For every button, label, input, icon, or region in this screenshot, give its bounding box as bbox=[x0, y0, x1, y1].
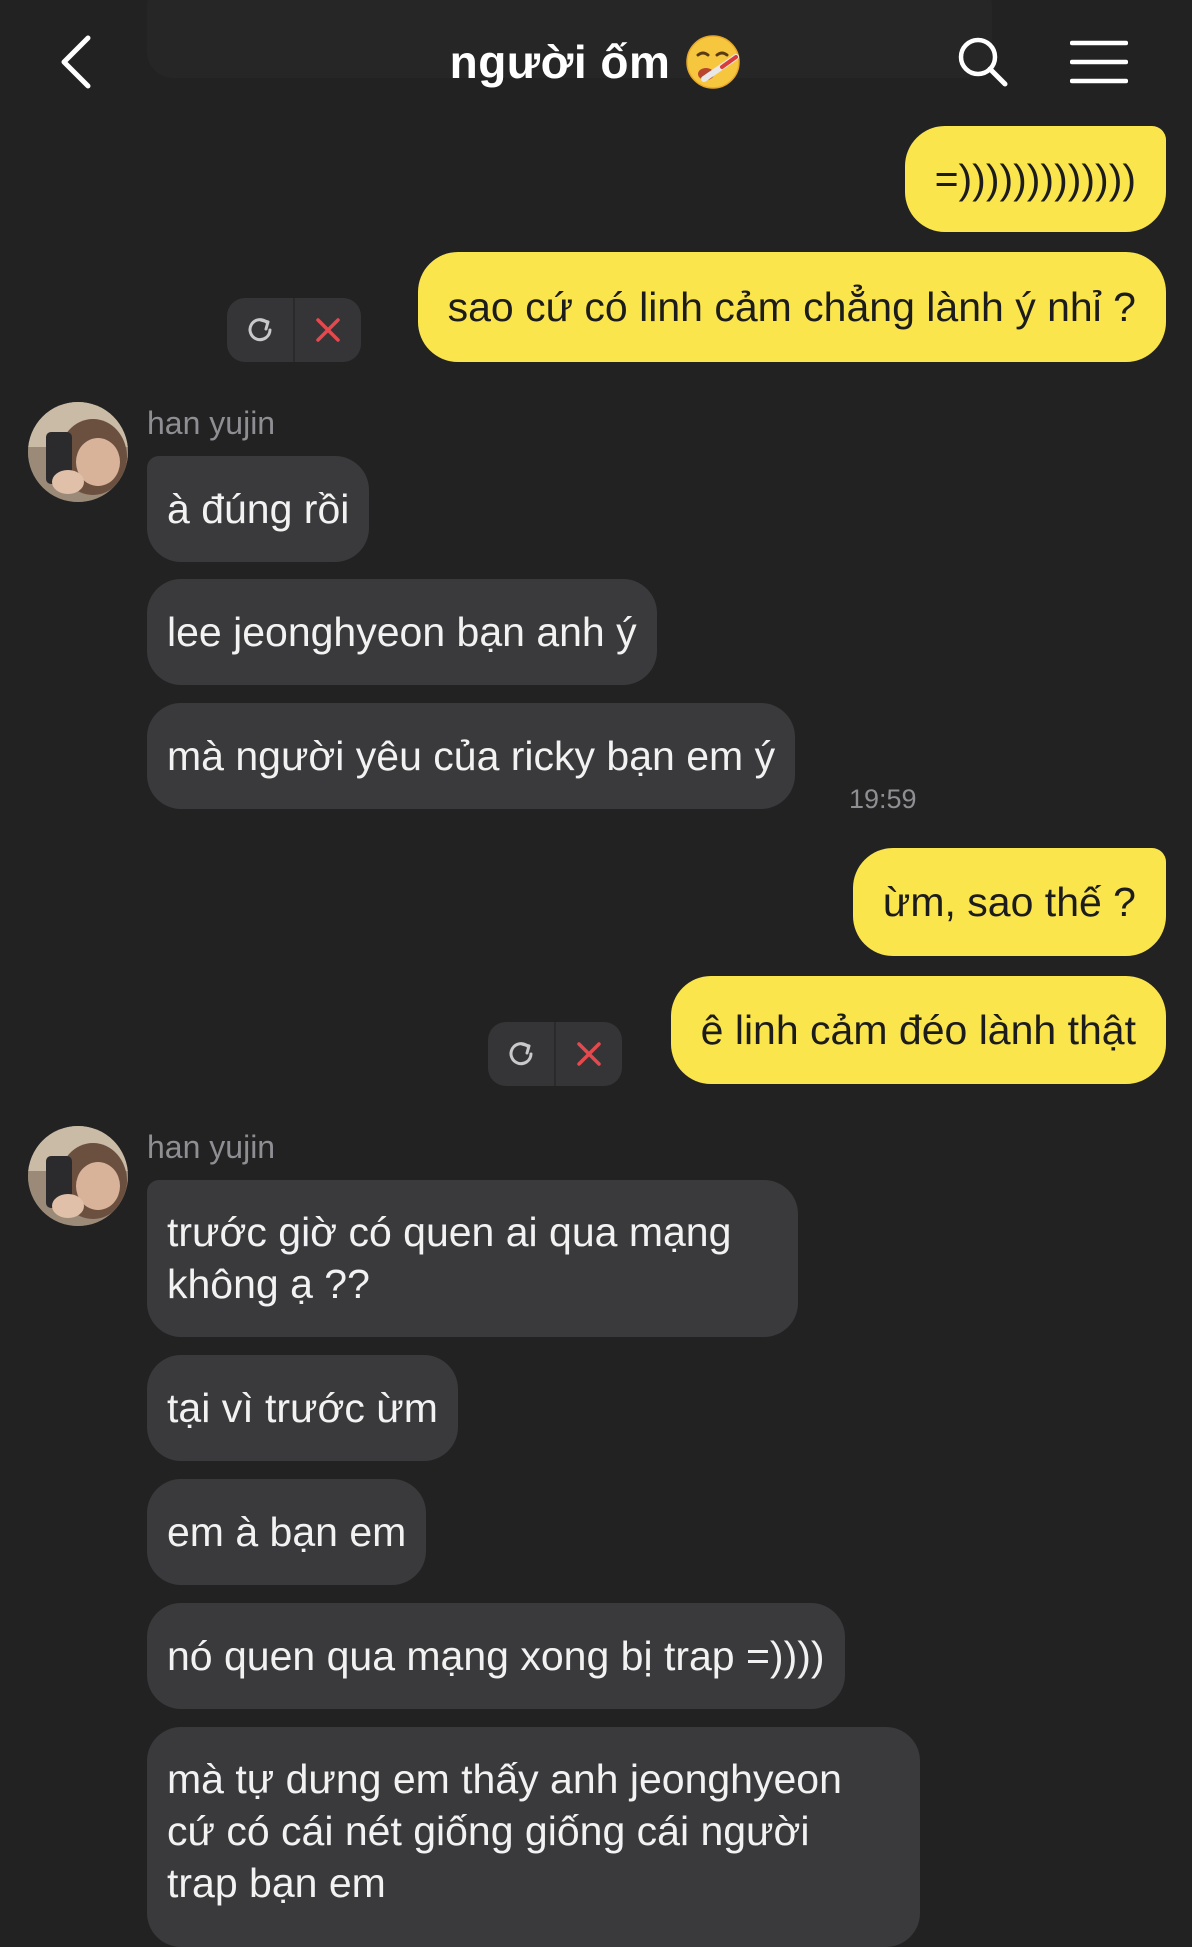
close-icon bbox=[577, 1042, 601, 1066]
outgoing-message-bubble[interactable]: ê linh cảm đéo lành thật bbox=[670, 976, 1166, 1084]
failed-message-actions bbox=[227, 298, 361, 362]
outgoing-message-bubble[interactable]: ừm, sao thế ? bbox=[852, 848, 1166, 956]
avatar[interactable] bbox=[28, 1126, 128, 1226]
incoming-message-bubble[interactable]: à đúng rồi bbox=[147, 456, 370, 562]
search-icon bbox=[958, 37, 1008, 87]
avatar[interactable] bbox=[28, 402, 128, 502]
avatar-photo bbox=[28, 402, 128, 502]
message-text: ê linh cảm đéo lành thật bbox=[700, 1007, 1136, 1053]
hamburger-menu-icon bbox=[1070, 40, 1128, 84]
message-text: mà người yêu của ricky bạn em ý bbox=[167, 733, 776, 779]
message-text: em à bạn em bbox=[167, 1509, 407, 1555]
close-icon bbox=[316, 318, 340, 342]
message-text: à đúng rồi bbox=[167, 486, 350, 532]
avatar-photo bbox=[28, 1126, 128, 1226]
message-text-line: trap bạn em bbox=[167, 1860, 386, 1906]
search-button[interactable] bbox=[953, 30, 1013, 94]
message-text: lee jeonghyeon bạn anh ý bbox=[167, 609, 637, 655]
delete-failed-message-button[interactable] bbox=[295, 298, 361, 362]
delete-failed-message-button[interactable] bbox=[556, 1022, 622, 1086]
refresh-icon bbox=[248, 318, 272, 342]
message-text-line: trước giờ có quen ai qua mạng bbox=[167, 1209, 732, 1255]
message-timestamp: 19:59 bbox=[849, 784, 917, 814]
outgoing-message-bubble[interactable]: sao cứ có linh cảm chẳng lành ý nhỉ ? bbox=[417, 252, 1166, 362]
chat-title: người ốm bbox=[449, 36, 671, 88]
message-text-line: mà tự dưng em thấy anh jeonghyeon bbox=[167, 1756, 842, 1802]
incoming-message-bubble[interactable]: nó quen qua mạng xong bị trap =)))) bbox=[147, 1603, 845, 1709]
message-text: nó quen qua mạng xong bị trap =)))) bbox=[167, 1633, 825, 1679]
retry-send-button[interactable] bbox=[488, 1022, 554, 1086]
retry-send-button[interactable] bbox=[227, 298, 293, 362]
incoming-message-bubble[interactable]: mà người yêu của ricky bạn em ý bbox=[147, 703, 796, 809]
message-text: sao cứ có linh cảm chẳng lành ý nhỉ ? bbox=[447, 284, 1136, 330]
sender-name: han yujin bbox=[147, 1129, 276, 1165]
message-text: tại vì trước ừm bbox=[167, 1385, 438, 1431]
thermometer-face-emoji-icon bbox=[686, 35, 741, 89]
message-text: =))))))))))))) bbox=[934, 156, 1136, 202]
outgoing-message-bubble[interactable]: =))))))))))))) bbox=[904, 126, 1166, 232]
chat-header: người ốm bbox=[0, 0, 1192, 125]
menu-button[interactable] bbox=[1066, 30, 1132, 94]
incoming-message-bubble[interactable]: mà tự dưng em thấy anh jeonghyeon cứ có … bbox=[147, 1727, 920, 1947]
incoming-message-bubble[interactable]: tại vì trước ừm bbox=[147, 1355, 458, 1461]
incoming-message-bubble[interactable]: lee jeonghyeon bạn anh ý bbox=[147, 579, 657, 685]
incoming-message-bubble[interactable]: trước giờ có quen ai qua mạng không ạ ?? bbox=[147, 1180, 798, 1337]
sender-name: han yujin bbox=[147, 405, 276, 441]
refresh-icon bbox=[509, 1042, 533, 1066]
message-text-line: cứ có cái nét giống giống cái người bbox=[167, 1808, 810, 1854]
incoming-message-bubble[interactable]: em à bạn em bbox=[147, 1479, 427, 1585]
message-text: ừm, sao thế ? bbox=[882, 879, 1136, 925]
chat-title-area[interactable]: người ốm bbox=[0, 30, 1192, 94]
failed-message-actions bbox=[488, 1022, 622, 1086]
message-text-line: không ạ ?? bbox=[167, 1261, 370, 1307]
